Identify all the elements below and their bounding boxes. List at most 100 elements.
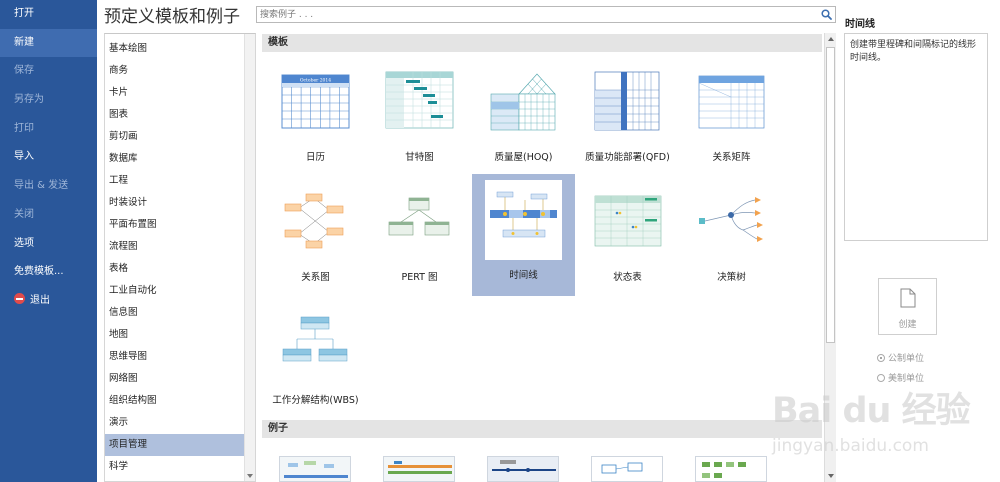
exit-icon — [14, 293, 25, 305]
template-label: 时间线 — [509, 270, 538, 281]
example-chart-icon — [492, 460, 556, 472]
example-thumbnail[interactable] — [279, 456, 351, 482]
gantt-thumbnail-icon — [385, 71, 454, 129]
file-menu-exit[interactable]: 退出 — [0, 287, 97, 316]
template-status-table[interactable]: 状态表 — [576, 176, 679, 298]
scroll-up-arrow-icon[interactable] — [828, 37, 834, 41]
template-label: 质量屋(HOQ) — [494, 152, 553, 163]
decision-tree-thumbnail-icon — [699, 197, 763, 242]
preview-title: 时间线 — [845, 19, 875, 30]
wbs-thumbnail-icon — [282, 316, 348, 362]
category-item-presentation[interactable]: 演示 — [105, 412, 255, 434]
template-calendar[interactable]: October 2014 日历 — [264, 56, 367, 178]
category-item-project-management[interactable]: 项目管理 — [105, 434, 255, 456]
template-label: PERT 图 — [401, 272, 438, 283]
template-label: 日历 — [305, 152, 325, 163]
template-label: 工作分解结构(WBS) — [272, 395, 359, 406]
category-item-floor-plan[interactable]: 平面布置图 — [105, 214, 255, 236]
category-item-flowchart[interactable]: 流程图 — [105, 236, 255, 258]
page-title: 预定义模板和例子 — [104, 7, 240, 27]
file-menu-exit-label: 退出 — [30, 294, 50, 306]
calendar-month-text: October 2014 — [300, 78, 331, 84]
search-input[interactable] — [257, 7, 817, 22]
category-item-table[interactable]: 表格 — [105, 258, 255, 280]
examples-section-header: 例子 — [262, 420, 822, 438]
pert-thumbnail-icon — [388, 197, 450, 236]
create-button[interactable]: 创建 — [878, 278, 937, 335]
template-label: 甘特图 — [405, 152, 434, 163]
example-timeline-icon — [284, 461, 348, 478]
category-item-map[interactable]: 地图 — [105, 324, 255, 346]
category-item-network[interactable]: 网络图 — [105, 368, 255, 390]
template-wbs[interactable]: 工作分解结构(WBS) — [264, 299, 367, 421]
file-menu-new[interactable]: 新建 — [0, 28, 97, 58]
watermark-logo-text: Bai du 经验 — [772, 391, 971, 431]
template-house-of-quality[interactable]: 质量屋(HOQ) — [472, 56, 575, 178]
category-item-science[interactable]: 科学 — [105, 456, 255, 478]
create-button-label: 创建 — [898, 320, 917, 330]
example-thumbnail[interactable] — [383, 456, 455, 482]
file-menu-print[interactable]: 打印 — [0, 115, 97, 144]
template-label: 关系图 — [301, 272, 330, 283]
metric-units-radio[interactable]: 公制单位 — [877, 351, 924, 364]
category-scrollbar[interactable] — [244, 34, 255, 481]
search-icon[interactable] — [821, 9, 832, 20]
file-menu-save-as[interactable]: 另存为 — [0, 86, 97, 115]
example-thumbnail[interactable] — [591, 456, 663, 482]
file-menu-options[interactable]: 选项 — [0, 230, 97, 259]
example-status-icon — [702, 462, 746, 478]
scrollbar-thumb[interactable] — [826, 47, 835, 343]
template-label: 关系矩阵 — [712, 152, 751, 163]
baidu-watermark: Bai du 经验 jingyan.baidu.com — [762, 378, 998, 480]
category-item-card[interactable]: 卡片 — [105, 82, 255, 104]
category-item-business[interactable]: 商务 — [105, 60, 255, 82]
category-item-infographic[interactable]: 信息图 — [105, 302, 255, 324]
radio-selected-icon — [877, 353, 885, 362]
category-item-engineering[interactable]: 工程 — [105, 170, 255, 192]
watermark-url: jingyan.baidu.com — [772, 436, 929, 456]
template-label: 状态表 — [613, 272, 642, 283]
category-item-database[interactable]: 数据库 — [105, 148, 255, 170]
status-table-thumbnail-icon — [594, 195, 662, 247]
template-label: 决策树 — [717, 272, 746, 283]
file-menu-close[interactable]: 关闭 — [0, 201, 97, 230]
example-thumbnail[interactable] — [695, 456, 767, 482]
new-document-icon — [900, 288, 916, 308]
scroll-down-arrow-icon[interactable] — [247, 474, 253, 478]
file-menu-open[interactable]: 打开 — [0, 0, 97, 29]
template-timeline[interactable]: 时间线 — [472, 174, 575, 296]
relation-diagram-thumbnail-icon — [284, 193, 344, 249]
house-of-quality-thumbnail-icon — [490, 73, 556, 131]
template-gantt[interactable]: 甘特图 — [368, 56, 471, 178]
template-qfd[interactable]: 质量功能部署(QFD) — [576, 56, 679, 178]
category-item-clipart[interactable]: 剪切画 — [105, 126, 255, 148]
category-item-basic-drawing[interactable]: 基本绘图 — [105, 38, 255, 60]
category-item-chart[interactable]: 图表 — [105, 104, 255, 126]
example-gantt-icon — [388, 461, 452, 474]
example-thumbnail[interactable] — [487, 456, 559, 482]
timeline-thumbnail-icon — [490, 191, 557, 238]
file-menu-import[interactable]: 导入 — [0, 143, 97, 172]
file-menu-export-send[interactable]: 导出 & 发送 — [0, 172, 97, 201]
category-list: 基本绘图 商务 卡片 图表 剪切画 数据库 工程 时装设计 平面布置图 流程图 … — [104, 33, 256, 482]
template-decision-tree[interactable]: 决策树 — [680, 176, 783, 298]
relation-matrix-thumbnail-icon — [698, 75, 765, 129]
file-menu: 打开 新建 保存 另存为 打印 导入 导出 & 发送 关闭 选项 免费模板...… — [0, 0, 97, 482]
template-relation-matrix[interactable]: 关系矩阵 — [680, 56, 783, 178]
template-gallery: 模板 October 2014 日历 甘特图 质量屋(HOQ) 质量功能部署(Q… — [262, 33, 836, 482]
search-box — [256, 6, 836, 23]
template-relation-diagram[interactable]: 关系图 — [264, 176, 367, 298]
file-menu-save[interactable]: 保存 — [0, 57, 97, 86]
qfd-thumbnail-icon — [594, 71, 660, 131]
category-item-fashion-design[interactable]: 时装设计 — [105, 192, 255, 214]
template-label: 质量功能部署(QFD) — [585, 152, 670, 163]
preview-description: 创建带里程碑和间隔标记的线形时间线。 — [844, 33, 988, 241]
category-item-industrial-automation[interactable]: 工业自动化 — [105, 280, 255, 302]
metric-units-label: 公制单位 — [888, 354, 925, 364]
category-item-org-chart[interactable]: 组织结构图 — [105, 390, 255, 412]
calendar-thumbnail-icon: October 2014 — [281, 74, 350, 129]
templates-section-header: 模板 — [262, 34, 822, 52]
file-menu-free-templates[interactable]: 免费模板... — [0, 258, 97, 287]
category-item-mind-map[interactable]: 思维导图 — [105, 346, 255, 368]
template-pert[interactable]: PERT 图 — [368, 176, 471, 298]
